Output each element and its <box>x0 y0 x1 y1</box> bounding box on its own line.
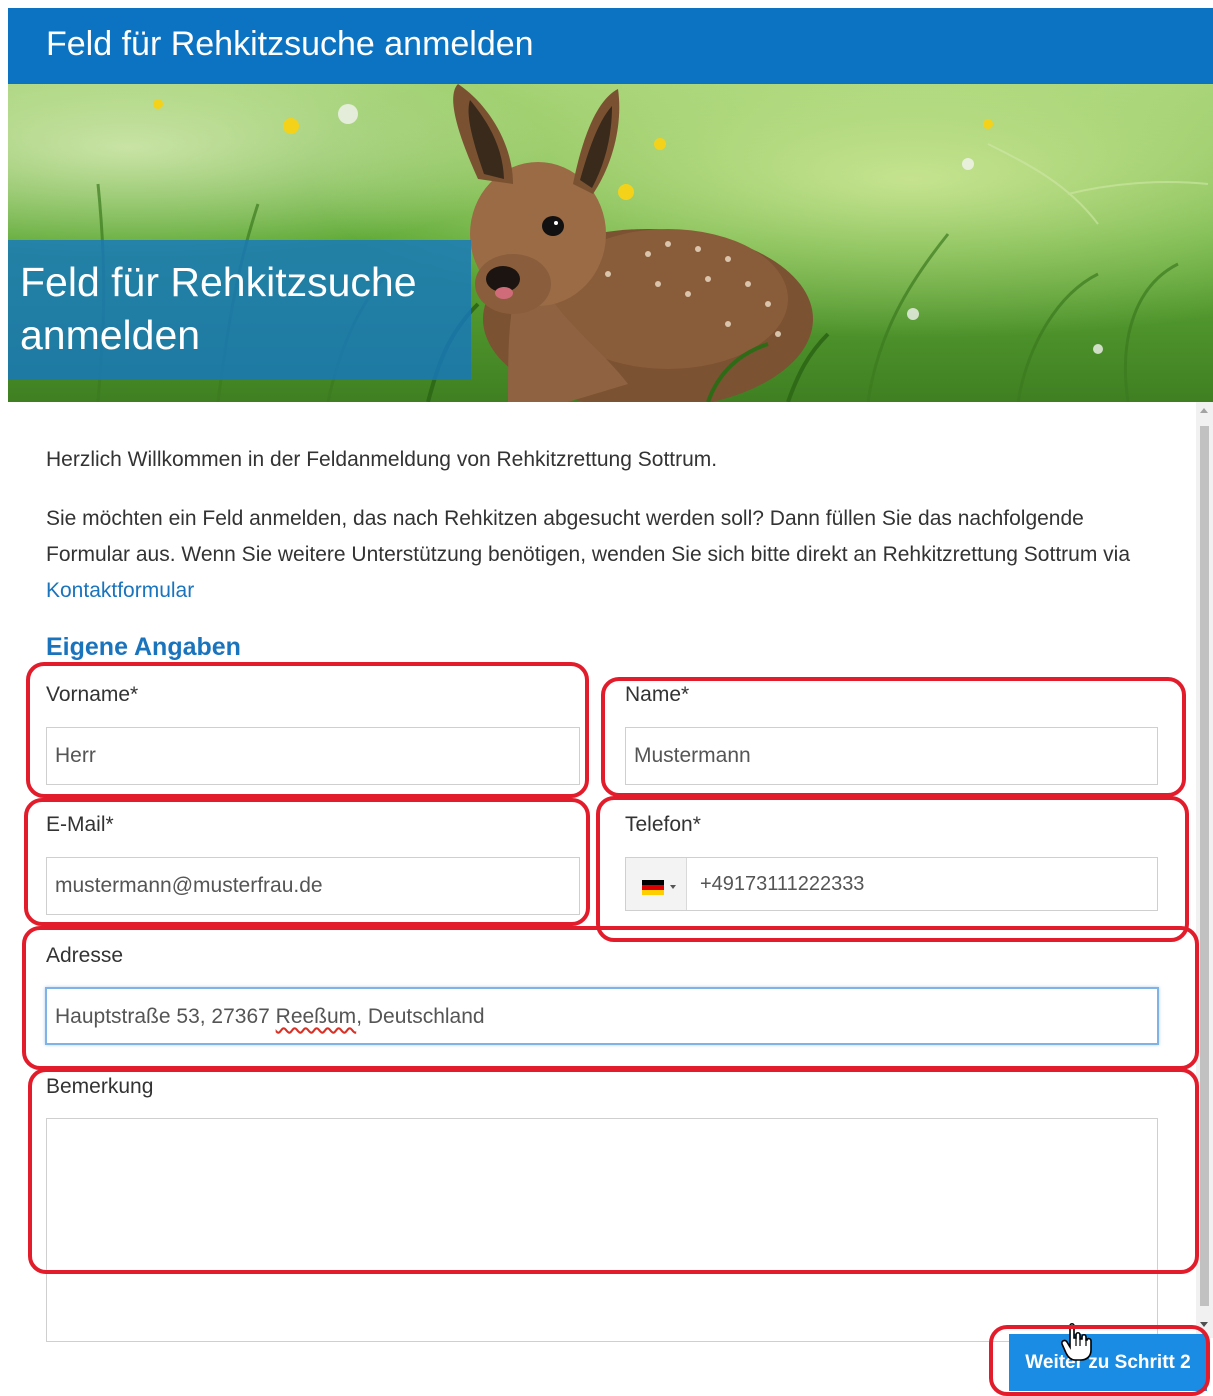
firstname-label: Vorname* <box>46 683 139 706</box>
phone-value: +49173111222333 <box>700 873 865 895</box>
scroll-down-arrow-icon[interactable] <box>1200 1322 1208 1327</box>
remark-label: Bemerkung <box>46 1075 154 1098</box>
vertical-scrollbar[interactable] <box>1196 402 1213 1338</box>
page-title: Feld für Rehkitzsuche anmelden <box>46 25 534 63</box>
address-value-part2: , Deutschland <box>356 1005 485 1028</box>
instructions-text: Sie möchten ein Feld anmelden, das nach … <box>46 501 1166 609</box>
header-bar: Feld für Rehkitzsuche anmelden <box>8 8 1213 84</box>
scroll-up-arrow-icon[interactable] <box>1200 408 1208 413</box>
country-selector[interactable] <box>626 858 687 910</box>
germany-flag-icon <box>642 880 664 895</box>
email-label: E-Mail* <box>46 813 114 836</box>
hero-caption-text: Feld für Rehkitzsuche anmelden <box>20 259 417 358</box>
address-label: Adresse <box>46 944 124 967</box>
address-input[interactable]: Hauptstraße 53, 27367 Reeßum, Deutschlan… <box>45 987 1159 1045</box>
remark-textarea[interactable] <box>46 1118 1158 1342</box>
scroll-thumb[interactable] <box>1200 426 1209 1306</box>
instructions-body: Sie möchten ein Feld anmelden, das nach … <box>46 507 1131 566</box>
address-value-part1: Hauptstraße 53, 27367 <box>55 1005 276 1028</box>
firstname-input[interactable]: Herr <box>46 727 580 785</box>
contact-form-link[interactable]: Kontaktformular <box>46 579 194 602</box>
address-misspelled-word: Reeßum <box>275 1005 357 1028</box>
phone-input[interactable]: +49173111222333 <box>625 857 1158 911</box>
next-step-button[interactable]: Weiter zu Schritt 2 <box>1009 1334 1207 1391</box>
lastname-label: Name* <box>625 683 690 706</box>
phone-label: Telefon* <box>625 813 701 836</box>
hero-banner: Feld für Rehkitzsuche anmelden <box>8 84 1213 402</box>
lastname-input[interactable]: Mustermann <box>625 727 1158 785</box>
caret-down-icon <box>670 885 676 889</box>
form-content: Herzlich Willkommen in der Feldanmeldung… <box>8 402 1213 1396</box>
hero-caption: Feld für Rehkitzsuche anmelden <box>8 240 471 380</box>
welcome-text: Herzlich Willkommen in der Feldanmeldung… <box>46 448 718 471</box>
email-input[interactable]: mustermann@musterfrau.de <box>46 857 580 915</box>
section-title-own-details: Eigene Angaben <box>46 633 241 661</box>
hand-cursor-icon <box>1061 1322 1092 1361</box>
